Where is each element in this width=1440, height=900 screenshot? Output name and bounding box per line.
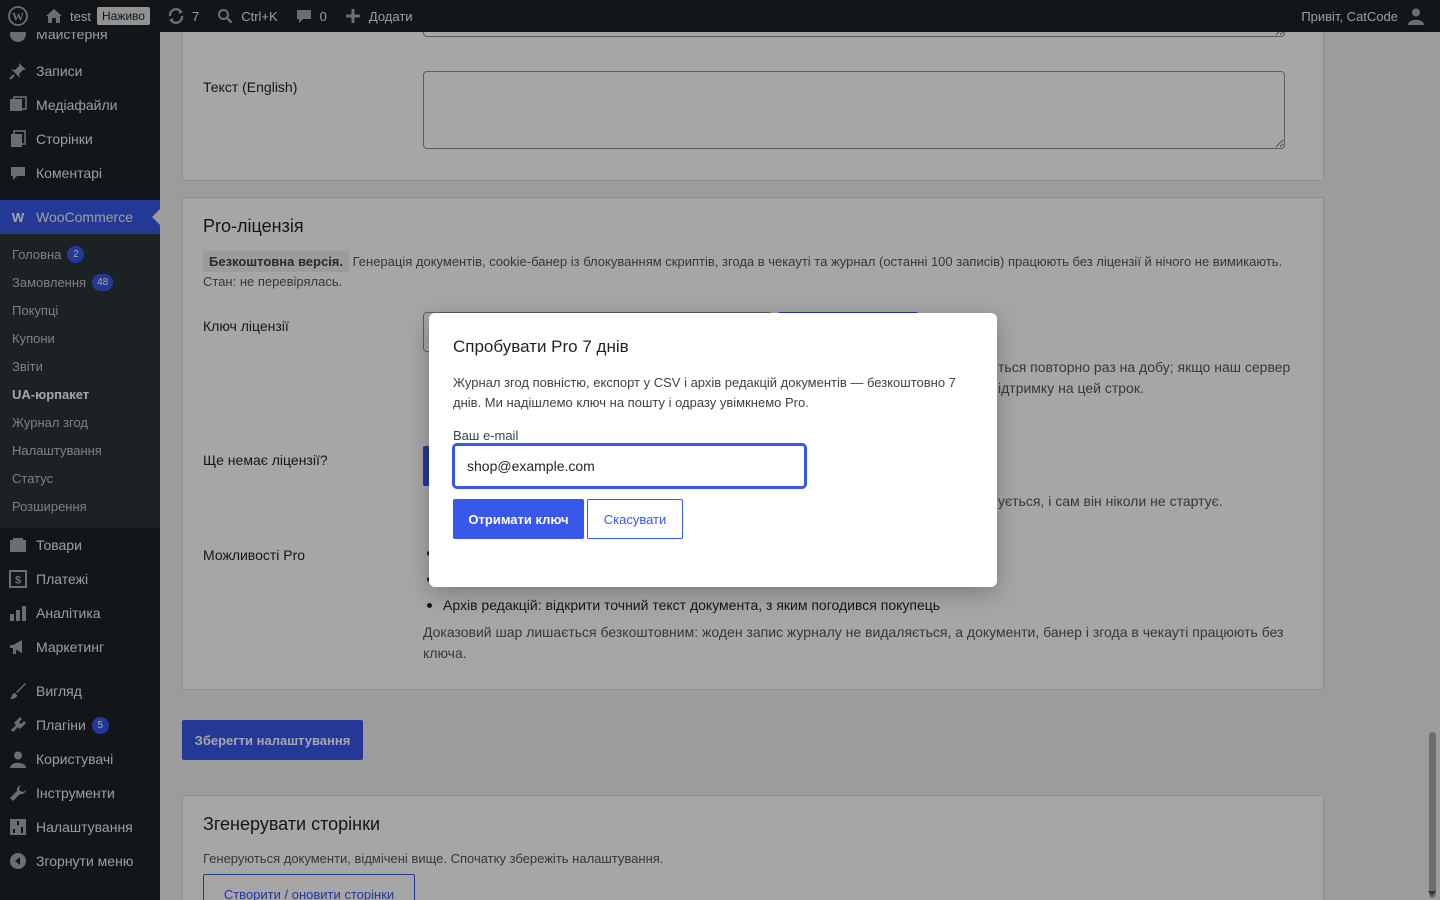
email-label: Ваш e-mail	[453, 428, 519, 443]
cancel-button[interactable]: Скасувати	[587, 499, 683, 539]
get-key-button[interactable]: Отримати ключ	[453, 499, 584, 539]
email-field[interactable]	[453, 444, 806, 488]
modal-title: Спробувати Pro 7 днів	[453, 337, 629, 356]
try-pro-modal: Спробувати Pro 7 днів Журнал згод повніс…	[429, 313, 997, 587]
modal-description: Журнал згод повністю, експорт у CSV і ар…	[453, 375, 956, 410]
